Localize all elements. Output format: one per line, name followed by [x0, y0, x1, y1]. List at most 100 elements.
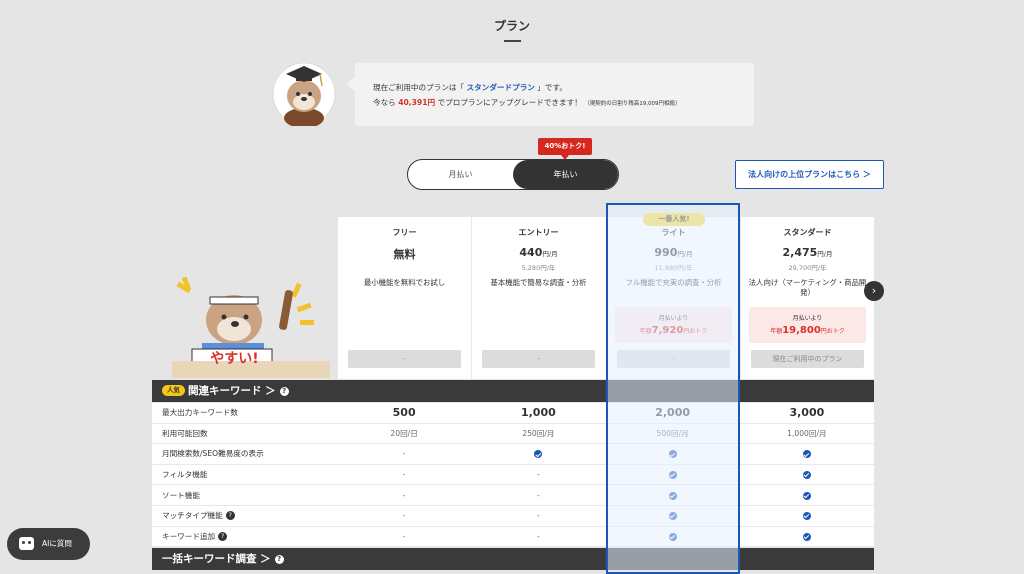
cheap-sign-text: やすい! [210, 351, 259, 367]
feature-value: 250回/月 [522, 428, 555, 438]
check-icon [668, 532, 677, 541]
help-icon[interactable]: ? [279, 387, 289, 396]
billing-toggle[interactable]: 月払い 年払い [407, 159, 619, 190]
feature-value: 1,000 [520, 406, 556, 420]
otter-graduate-mascot [272, 62, 336, 126]
plan-price-value: 無料 [393, 248, 416, 261]
help-icon[interactable]: ? [218, 531, 228, 541]
feature-value [740, 532, 874, 541]
feature-value: - [402, 490, 406, 500]
table-row: ソート機能 - - [152, 485, 874, 506]
plan-price: 無料 [338, 246, 471, 262]
feature-name: 利用可能回数 [162, 428, 208, 438]
check-icon [668, 491, 677, 500]
feature-value [471, 449, 605, 459]
plan-name: ライト [661, 228, 686, 237]
feature-name: キーワード追加? [152, 531, 337, 542]
notice-text: 今なら [373, 98, 399, 107]
plan-yearly-price: 29,700円/年 [788, 264, 827, 272]
feature-value: 500回/月 [656, 428, 689, 438]
check-icon [534, 450, 543, 459]
plan-price-unit: 円/月 [677, 250, 693, 258]
feature-value [606, 470, 740, 480]
ai-button-label: AIに質問 [42, 539, 72, 548]
plan-description: 法人向け（マーケティング・商品開発） [748, 278, 867, 297]
feature-value [606, 511, 740, 521]
feature-value: 2,000 [655, 406, 691, 420]
feature-name: マッチタイプ機能? [152, 510, 337, 521]
next-arrow-icon[interactable]: › [864, 281, 884, 301]
feature-name: フィルタ機能 [162, 470, 208, 480]
plan-yearly-price: 5,280円/年 [521, 264, 556, 272]
savings-prefix: 年額 [770, 328, 783, 335]
check-icon [668, 450, 677, 459]
feature-value: 1,000回/月 [787, 428, 827, 438]
feature-value: 500 [392, 406, 416, 420]
section-bulk-keyword-research[interactable]: 一括キーワード調査 ＞? [152, 548, 874, 570]
current-plan-button: 現在ご利用中のプラン [751, 350, 864, 368]
plan-column-free: フリー 無料 最小機能を無料でお試し - [337, 217, 471, 379]
feature-name-text: マッチタイプ機能 [162, 511, 223, 521]
section-related-keywords[interactable]: 人気 関連キーワード ＞? [152, 380, 874, 402]
check-icon [802, 532, 811, 541]
help-icon[interactable]: ? [225, 511, 235, 521]
current-plan-name: スタンダードプラン [466, 83, 535, 92]
plan-price: 990円/月 [607, 246, 740, 259]
feature-value: - [537, 511, 540, 521]
table-row: 月間検索数/SEO難易度の表示 - [152, 444, 874, 465]
title-underline [504, 40, 521, 42]
feature-value [606, 491, 740, 500]
savings-amount: 年額7,920円おトク [615, 325, 732, 336]
plan-description: 最小機能を無料でお試し [363, 278, 446, 287]
check-icon [802, 491, 811, 500]
plan-price-unit: 円/月 [817, 250, 833, 258]
table-row: キーワード追加? - - [152, 527, 874, 548]
plan-name: フリー [392, 228, 417, 237]
feature-value: 20回/日 [390, 428, 418, 438]
feature-name: 月間検索数/SEO難易度の表示 [162, 449, 264, 459]
savings-suffix: 円おトク [820, 328, 845, 335]
savings-prefix: 年額 [639, 328, 652, 335]
plan-header: フリー 無料 最小機能を無料でお試し - エントリー 440円/月 5,280円… [337, 213, 874, 379]
table-row: 利用可能回数 20回/日 250回/月 500回/月 1,000回/月 [152, 424, 874, 445]
plan-price: 440円/月 [472, 246, 605, 259]
plan-description: 基本機能で簡易な調査・分析 [490, 278, 587, 287]
feature-value: 3,000 [789, 406, 825, 420]
savings-suffix: 円おトク [683, 328, 708, 335]
corporate-plans-button[interactable]: 法人向けの上位プランはこちら ＞ [735, 160, 884, 189]
savings-label: 月払いより [658, 315, 689, 322]
table-row: 最大出力キーワード数 500 1,000 2,000 3,000 [152, 403, 874, 424]
popular-pill: 人気 [162, 385, 185, 396]
feature-value: - [402, 449, 406, 459]
feature-value [740, 491, 874, 500]
billing-monthly-option[interactable]: 月払い [408, 160, 513, 189]
discount-badge: 40%おトク! [538, 138, 592, 160]
plan-select-button[interactable]: - [617, 350, 730, 368]
plan-select-button[interactable]: - [348, 350, 461, 368]
check-icon [802, 450, 811, 459]
feature-value [740, 470, 874, 480]
popular-badge: 一番人気! [643, 213, 705, 226]
robot-icon [19, 537, 34, 550]
plan-select-button[interactable]: - [482, 350, 595, 368]
section-title: 関連キーワード ＞ [188, 385, 276, 397]
plan-name: スタンダード [783, 228, 832, 237]
feature-value: - [537, 531, 540, 541]
feature-value [740, 511, 874, 521]
feature-value [606, 449, 740, 459]
feature-value: - [402, 511, 406, 521]
savings-label: 月払いより [792, 315, 823, 322]
table-row: マッチタイプ機能? - - [152, 506, 874, 527]
plan-price-unit: 円/月 [542, 250, 558, 258]
ai-question-button[interactable]: AIに質問 [7, 528, 90, 560]
upgrade-amount: 40,391円 [398, 98, 436, 107]
page-title: プラン [493, 19, 530, 33]
feature-value [606, 532, 740, 541]
help-icon[interactable]: ? [274, 555, 284, 564]
plan-column-light: 一番人気! ライト 990円/月 11,880円/年 フル機能で充実の調査・分析… [606, 213, 740, 379]
plan-yearly-price: 11,880円/年 [654, 264, 693, 272]
plan-name: エントリー [518, 228, 559, 237]
plan-price-value: 990 [654, 246, 678, 259]
billing-yearly-option[interactable]: 年払い [513, 160, 618, 189]
plan-price-value: 2,475 [782, 246, 818, 259]
